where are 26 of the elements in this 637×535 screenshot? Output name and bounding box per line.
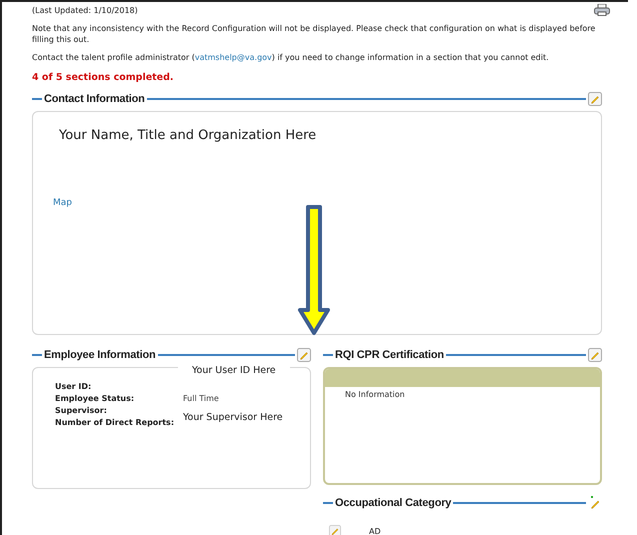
last-updated: (Last Updated: 1/10/2018) bbox=[32, 6, 138, 14]
field-label: Number of Direct Reports: bbox=[55, 418, 176, 426]
edit-icon[interactable] bbox=[588, 348, 602, 362]
note-text: Note that any inconsistency with the Record Configuration will not be displayed. Please check that configuration on what is displayed before filling this out. bbox=[32, 23, 596, 45]
section-title: Employee Information bbox=[44, 349, 156, 361]
field-label: User ID: bbox=[55, 382, 92, 390]
name-text: Your Name, Title and Organization Here bbox=[59, 128, 318, 143]
printer-icon[interactable] bbox=[594, 4, 610, 16]
field-label: Employee Status: bbox=[55, 394, 136, 402]
add-edit-icon[interactable] bbox=[588, 496, 602, 510]
section-title: Occupational Category bbox=[335, 497, 452, 509]
contact-text: Contact the talent profile administrator (vatmshelp@va.gov) if you need to change information in a section that you cannot edit. bbox=[32, 52, 550, 63]
section-title: RQI CPR Certification bbox=[335, 349, 444, 361]
empty-text: No Information bbox=[345, 390, 405, 399]
supervisor-text: Your Supervisor Here bbox=[183, 412, 283, 423]
category-value: AD bbox=[369, 526, 381, 535]
edit-icon[interactable] bbox=[588, 92, 602, 106]
edit-icon[interactable] bbox=[329, 525, 341, 535]
edit-icon[interactable] bbox=[297, 348, 311, 362]
progress-text: 4 of 5 sections completed. bbox=[32, 72, 175, 83]
map-link[interactable]: Map bbox=[53, 198, 601, 208]
field-label: Supervisor: bbox=[55, 406, 108, 414]
section-title: Contact Information bbox=[44, 93, 145, 105]
field-value: Full Time bbox=[183, 394, 219, 402]
email-link[interactable]: vatmshelp@va.gov bbox=[194, 53, 272, 62]
arrow-icon bbox=[297, 204, 331, 336]
